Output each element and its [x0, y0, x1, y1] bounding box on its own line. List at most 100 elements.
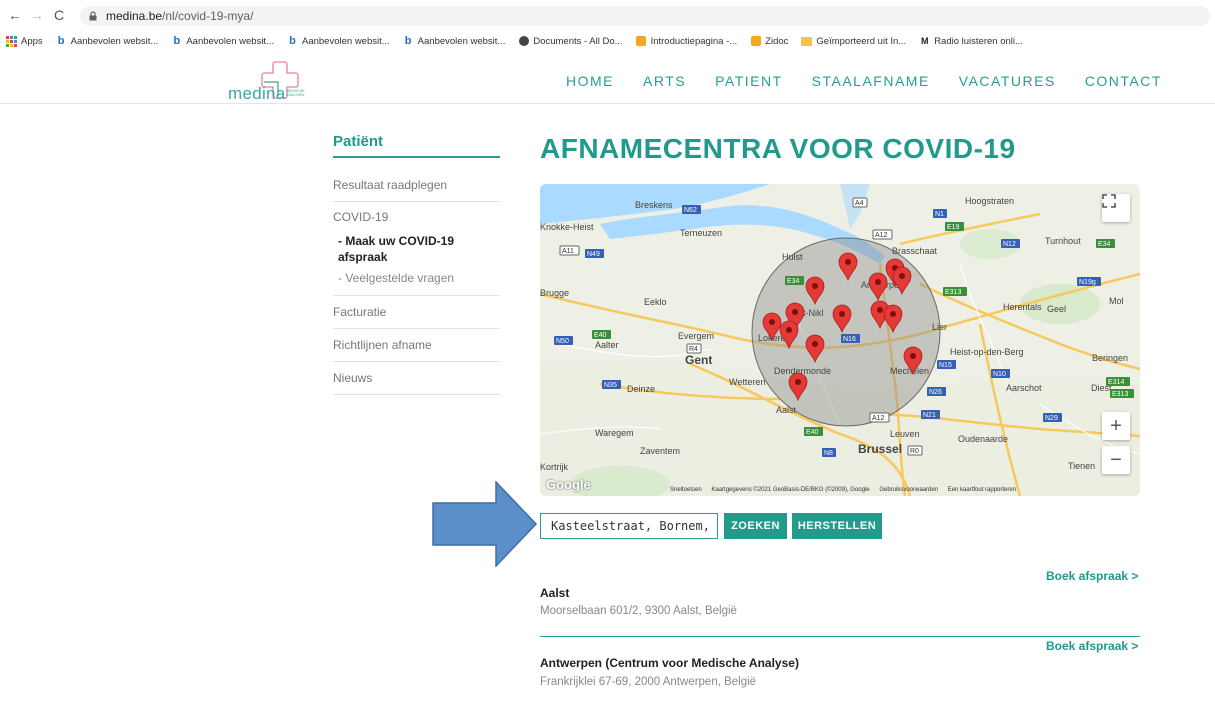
svg-text:A12: A12 [875, 232, 888, 239]
map-place-label: Evergem [678, 331, 714, 341]
sidebar-subitem-faq[interactable]: - Veelgestelde vragen [338, 271, 454, 285]
svg-text:N21: N21 [923, 412, 936, 419]
map-marker-dot [890, 311, 896, 317]
lock-icon [89, 11, 97, 21]
map-road-shield: A12 [872, 229, 893, 240]
medina-logo[interactable]: medina MEDISCHE ANALYSEN [228, 58, 318, 103]
zoom-in-button[interactable]: + [1102, 412, 1130, 440]
bookmark-item[interactable]: b Aanbevolen websit... [403, 35, 506, 47]
map-road-shield: R4 [686, 343, 702, 354]
svg-text:N62: N62 [684, 207, 697, 214]
map-road-shield: N29 [1043, 413, 1062, 422]
nav-item-vacatures[interactable]: VACATURES [959, 73, 1056, 89]
map-marker-dot [910, 353, 916, 359]
nav-item-staalafname[interactable]: STAALAFNAME [812, 73, 930, 89]
reset-button[interactable]: HERSTELLEN [792, 513, 882, 539]
forward-icon[interactable]: → [26, 7, 48, 23]
nav-item-arts[interactable]: ARTS [643, 73, 686, 89]
book-appointment-link[interactable]: Boek afspraak > [1046, 569, 1138, 583]
svg-text:N10: N10 [993, 371, 1006, 378]
map-road-shield: N35 [602, 380, 621, 389]
bookmark-item[interactable]: M Radio luisteren onli... [919, 36, 1023, 47]
reload-icon[interactable]: C [48, 7, 70, 23]
svg-text:N16: N16 [843, 336, 856, 343]
map-place-label: Geel [1047, 304, 1066, 314]
bookmark-label: Geïmporteerd uit In... [816, 35, 907, 47]
sidebar-item-richtlijnen[interactable]: Richtlijnen afname [333, 338, 432, 352]
map-canvas[interactable]: Breskens Knokke-Heist Terneuzen Hulst Brassc… [540, 184, 1140, 496]
terms-link[interactable]: Gebruiksvoorwaarden [879, 487, 938, 493]
bookmark-apps[interactable]: Apps [6, 35, 43, 47]
report-error-link[interactable]: Een kaartfout rapporteren [948, 487, 1016, 493]
nav-item-patient[interactable]: PATIENT [715, 73, 783, 89]
bookmark-item[interactable]: Introductiepagina -... [636, 36, 737, 47]
sidebar-item-covid19[interactable]: COVID-19 [333, 210, 388, 224]
location-name: Aalst [540, 586, 570, 600]
location-name: Antwerpen (Centrum voor Medische Analyse… [540, 656, 799, 670]
search-button[interactable]: ZOEKEN [724, 513, 787, 539]
bookmark-label: Aanbevolen websit... [186, 35, 274, 47]
radio-icon: M [920, 36, 929, 46]
map-place-label: Brugge [540, 288, 569, 298]
svg-text:E313: E313 [1112, 391, 1128, 398]
book-appointment-link[interactable]: Boek afspraak > [1046, 639, 1138, 653]
svg-text:E40: E40 [594, 332, 607, 339]
page-title: AFNAMECENTRA VOOR COVID-19 [540, 133, 1016, 164]
map-place-label: Terneuzen [680, 228, 722, 238]
logo-text: medina [228, 84, 286, 103]
sidebar-item-resultaat[interactable]: Resultaat raadplegen [333, 178, 447, 192]
map-road-shield: N21 [921, 410, 940, 419]
bookmark-label: Documents - All Do... [533, 35, 623, 47]
map-road-shield: N50 [554, 336, 573, 345]
map-road-shield: E34 [785, 276, 804, 285]
folder-icon [801, 36, 813, 47]
map-marker-dot [845, 259, 851, 265]
map-place-label: Oudenaarde [958, 434, 1008, 444]
map-place-label: Aalter [595, 340, 619, 350]
map-place-label: Turnhout [1045, 236, 1081, 246]
map-place-label: Aalst [776, 405, 797, 415]
map-road-shield: E313 [1110, 389, 1134, 398]
map-marker-dot [877, 307, 883, 313]
map-place-label: Wetteren [729, 377, 765, 387]
nav-item-home[interactable]: HOME [566, 73, 614, 89]
sidebar-subitem-afspraak[interactable]: - Maak uw COVID-19 afspraak [338, 233, 498, 265]
nav-item-contact[interactable]: CONTACT [1085, 73, 1162, 89]
map-place-label: Mol [1109, 296, 1124, 306]
bookmark-item[interactable]: Documents - All Do... [518, 35, 623, 47]
svg-text:E34: E34 [787, 278, 800, 285]
bookmark-item[interactable]: Zidoc [750, 36, 788, 47]
svg-text:N50: N50 [556, 338, 569, 345]
bookmark-item[interactable]: b Aanbevolen websit... [56, 35, 159, 47]
sidebar-item-nieuws[interactable]: Nieuws [333, 371, 372, 385]
map-road-shield: N8 [822, 448, 836, 457]
bookmark-item[interactable]: b Aanbevolen websit... [287, 35, 390, 47]
bookmark-item[interactable]: Geïmporteerd uit In... [801, 36, 906, 47]
map-place-label: Herentals [1003, 302, 1042, 312]
google-map[interactable]: Breskens Knokke-Heist Terneuzen Hulst Brassc… [540, 184, 1140, 496]
bing-icon: b [289, 35, 296, 47]
site-header: medina MEDISCHE ANALYSEN HOME ARTS PATIENT… [0, 56, 1215, 104]
sidebar-item-facturatie[interactable]: Facturatie [333, 305, 386, 319]
map-place-label: Hoogstraten [965, 196, 1014, 206]
bookmark-item[interactable]: b Aanbevolen websit... [171, 35, 274, 47]
page-icon [750, 36, 761, 47]
svg-text:E19: E19 [947, 224, 960, 231]
svg-text:N35: N35 [604, 382, 617, 389]
map-place-label: Leuven [890, 429, 920, 439]
map-road-shield: N26 [927, 387, 946, 396]
bookmark-label: Aanbevolen websit... [417, 35, 506, 47]
svg-text:E314: E314 [1108, 379, 1124, 386]
zoom-out-button[interactable]: − [1102, 446, 1130, 474]
map-marker-dot [795, 379, 801, 385]
fullscreen-icon[interactable] [1102, 194, 1130, 222]
map-road-shield: N12 [1001, 239, 1020, 248]
back-icon[interactable]: ← [4, 7, 26, 23]
map-road-shield: N1 [933, 209, 947, 218]
bing-icon: b [57, 35, 65, 47]
address-search-input[interactable]: Kasteelstraat, Bornem, Belgi [540, 513, 718, 539]
divider [333, 394, 500, 395]
keyboard-shortcuts-link[interactable]: Sneltoetsen [670, 487, 702, 493]
map-road-shield: N49 [585, 249, 604, 258]
address-bar[interactable]: medina.be/nl/covid-19-mya/ [80, 6, 1210, 26]
